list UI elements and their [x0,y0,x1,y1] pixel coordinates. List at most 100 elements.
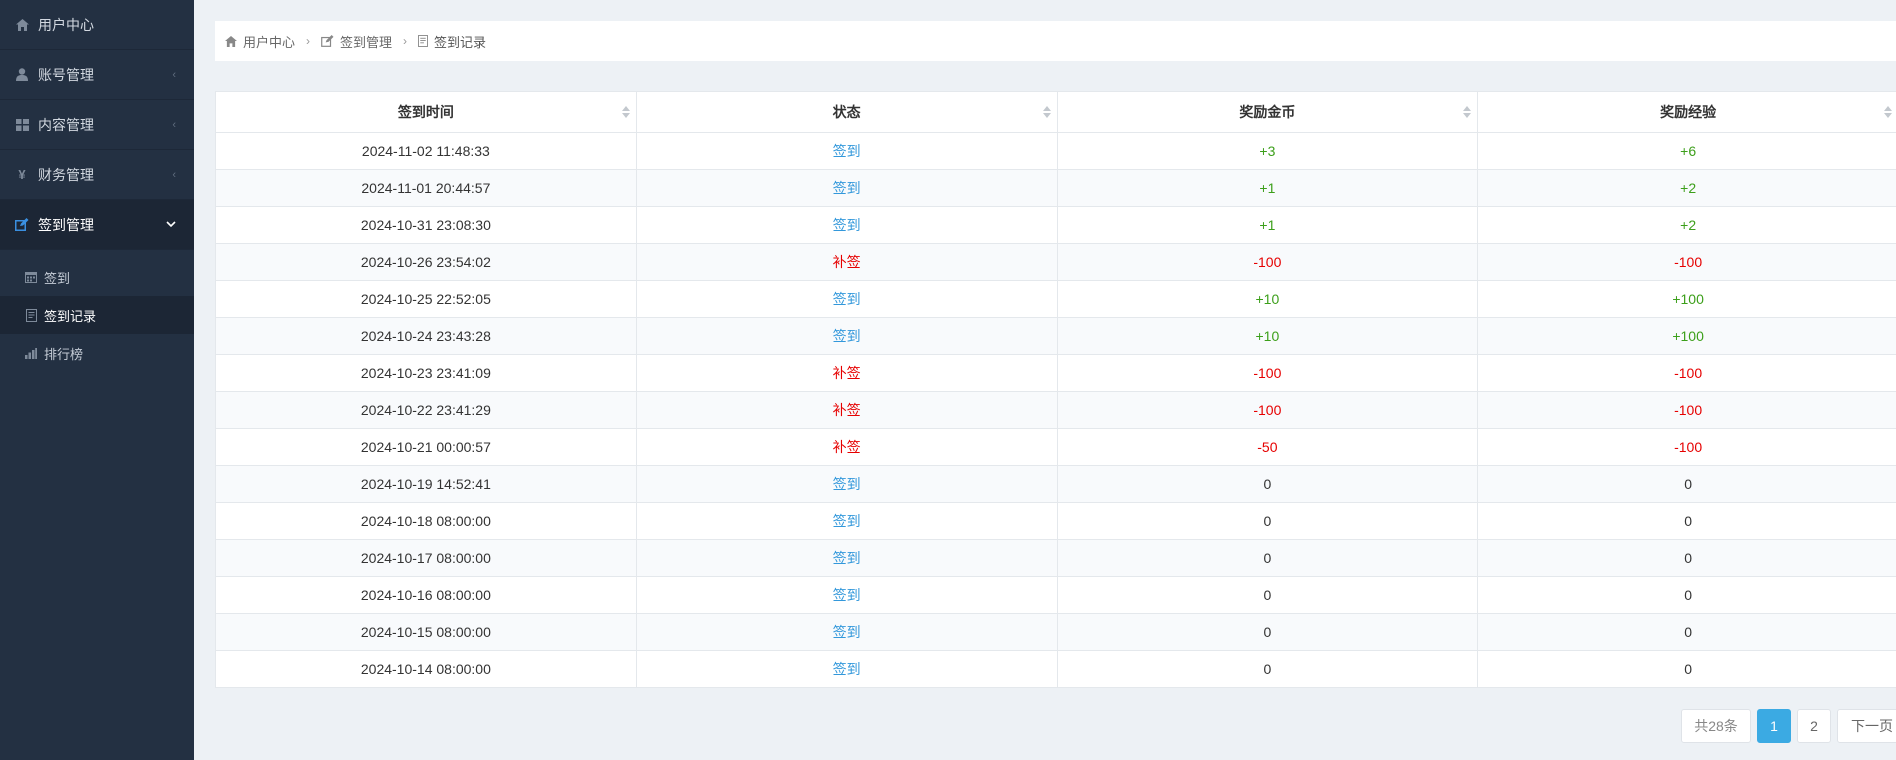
status-link[interactable]: 签到 [833,143,861,159]
sidebar: 用户中心 账号管理 ‹ 内容管理 ‹ ¥ 财务管理 ‹ 签到管理 签到 签到记录… [0,0,194,760]
table-row: 2024-10-19 14:52:41 签到 0 0 [215,465,1896,503]
table-row: 2024-10-14 08:00:00 签到 0 0 [215,650,1896,688]
cell-status: 签到 [635,206,1058,244]
status-link[interactable]: 补签 [833,254,861,270]
edit-icon [14,217,30,233]
cell-coins: -100 [1056,354,1479,392]
sidebar-subitem-checkin-records[interactable]: 签到记录 [0,296,194,334]
breadcrumb-checkin-management[interactable]: 签到管理 [321,32,392,51]
cell-exp: -100 [1477,243,1896,281]
status-link[interactable]: 补签 [833,365,861,381]
next-page-button[interactable]: 下一页 [1837,709,1896,743]
status-link[interactable]: 补签 [833,402,861,418]
cell-time: 2024-10-24 23:43:28 [215,317,637,355]
status-link[interactable]: 签到 [833,624,861,640]
cell-time: 2024-10-26 23:54:02 [215,243,637,281]
chevron-down-icon [166,219,176,231]
breadcrumb-user-center[interactable]: 用户中心 [225,32,295,51]
status-link[interactable]: 签到 [833,661,861,677]
page-button-2[interactable]: 2 [1797,709,1831,743]
table-row: 2024-10-24 23:43:28 签到 +10 +100 [215,317,1896,355]
cell-exp: -100 [1477,391,1896,429]
status-link[interactable]: 签到 [833,587,861,603]
cell-status: 签到 [635,539,1058,577]
checkin-records-table-container: 签到时间 状态 奖励金币 奖励经验 2024-11-02 11:48:33 签到 +… [215,91,1896,688]
sidebar-item-label: 用户中心 [38,16,94,33]
cell-status: 签到 [635,576,1058,614]
table-body: 2024-11-02 11:48:33 签到 +3 +6 2024-11-01 20:4… [215,132,1896,688]
cell-time: 2024-10-15 08:00:00 [215,613,637,651]
chevron-left-icon: ‹ [172,168,176,181]
cell-coins: 0 [1056,502,1479,540]
sort-icon[interactable] [1463,105,1472,119]
cell-status: 签到 [635,317,1058,355]
status-link[interactable]: 签到 [833,291,861,307]
cell-status: 补签 [635,391,1058,429]
cell-coins: 0 [1056,576,1479,614]
status-link[interactable]: 签到 [833,180,861,196]
table-row: 2024-11-02 11:48:33 签到 +3 +6 [215,132,1896,170]
breadcrumb: 用户中心 › 签到管理 › 签到记录 [215,21,1896,61]
status-link[interactable]: 签到 [833,217,861,233]
sidebar-item-user-center[interactable]: 用户中心 [0,0,194,50]
calendar-icon [24,270,38,284]
sidebar-subitem-checkin[interactable]: 签到 [0,258,194,296]
cell-exp: -100 [1477,428,1896,466]
cell-status: 签到 [635,280,1058,318]
cell-time: 2024-10-22 23:41:29 [215,391,637,429]
sidebar-subitem-leaderboard[interactable]: 排行榜 [0,334,194,372]
sidebar-item-label: 内容管理 [38,116,94,133]
breadcrumb-label: 签到记录 [434,34,487,50]
cell-coins: +1 [1056,169,1479,207]
status-link[interactable]: 签到 [833,513,861,529]
cell-time: 2024-10-19 14:52:41 [215,465,637,503]
sort-icon[interactable] [1042,105,1051,119]
sidebar-item-account[interactable]: 账号管理 ‹ [0,50,194,100]
cell-exp: 0 [1477,576,1896,614]
cell-status: 补签 [635,354,1058,392]
cell-time: 2024-11-01 20:44:57 [215,169,637,207]
table-row: 2024-10-25 22:52:05 签到 +10 +100 [215,280,1896,318]
status-link[interactable]: 补签 [833,439,861,455]
sidebar-item-checkin[interactable]: 签到管理 [0,200,194,250]
cell-status: 签到 [635,650,1058,688]
breadcrumb-label: 用户中心 [243,34,296,50]
sidebar-subitem-label: 签到记录 [44,308,97,324]
cell-coins: +10 [1056,280,1479,318]
sidebar-submenu: 签到 签到记录 排行榜 [0,250,194,372]
column-header-time[interactable]: 签到时间 [215,91,637,133]
sidebar-item-finance[interactable]: ¥ 财务管理 ‹ [0,150,194,200]
status-link[interactable]: 签到 [833,476,861,492]
chevron-left-icon: ‹ [172,68,176,81]
checkin-records-table: 签到时间 状态 奖励金币 奖励经验 2024-11-02 11:48:33 签到 +… [215,91,1896,688]
cell-time: 2024-10-23 23:41:09 [215,354,637,392]
cell-time: 2024-10-18 08:00:00 [215,502,637,540]
user-icon [14,67,30,83]
sort-icon[interactable] [621,105,630,119]
column-header-status[interactable]: 状态 [635,91,1058,133]
status-link[interactable]: 签到 [833,550,861,566]
cell-time: 2024-10-16 08:00:00 [215,576,637,614]
sort-icon[interactable] [1884,105,1892,119]
edit-icon [321,35,334,47]
cell-coins: 0 [1056,650,1479,688]
column-header-exp[interactable]: 奖励经验 [1477,91,1896,133]
table-row: 2024-10-23 23:41:09 补签 -100 -100 [215,354,1896,392]
sidebar-item-label: 签到管理 [38,216,94,233]
sidebar-subitem-label: 签到 [44,270,71,286]
cell-coins: 0 [1056,539,1479,577]
pagination: 共28条 1 2 下一页 [1681,709,1896,743]
yen-icon: ¥ [18,167,26,182]
status-link[interactable]: 签到 [833,328,861,344]
page-button-1[interactable]: 1 [1757,709,1791,743]
table-row: 2024-10-16 08:00:00 签到 0 0 [215,576,1896,614]
column-header-coins[interactable]: 奖励金币 [1056,91,1479,133]
cell-exp: 0 [1477,650,1896,688]
table-row: 2024-11-01 20:44:57 签到 +1 +2 [215,169,1896,207]
cell-status: 签到 [635,169,1058,207]
home-icon [14,17,30,33]
sidebar-item-content[interactable]: 内容管理 ‹ [0,100,194,150]
cell-exp: -100 [1477,354,1896,392]
sidebar-subitem-label: 排行榜 [44,346,84,362]
chevron-left-icon: ‹ [172,118,176,131]
